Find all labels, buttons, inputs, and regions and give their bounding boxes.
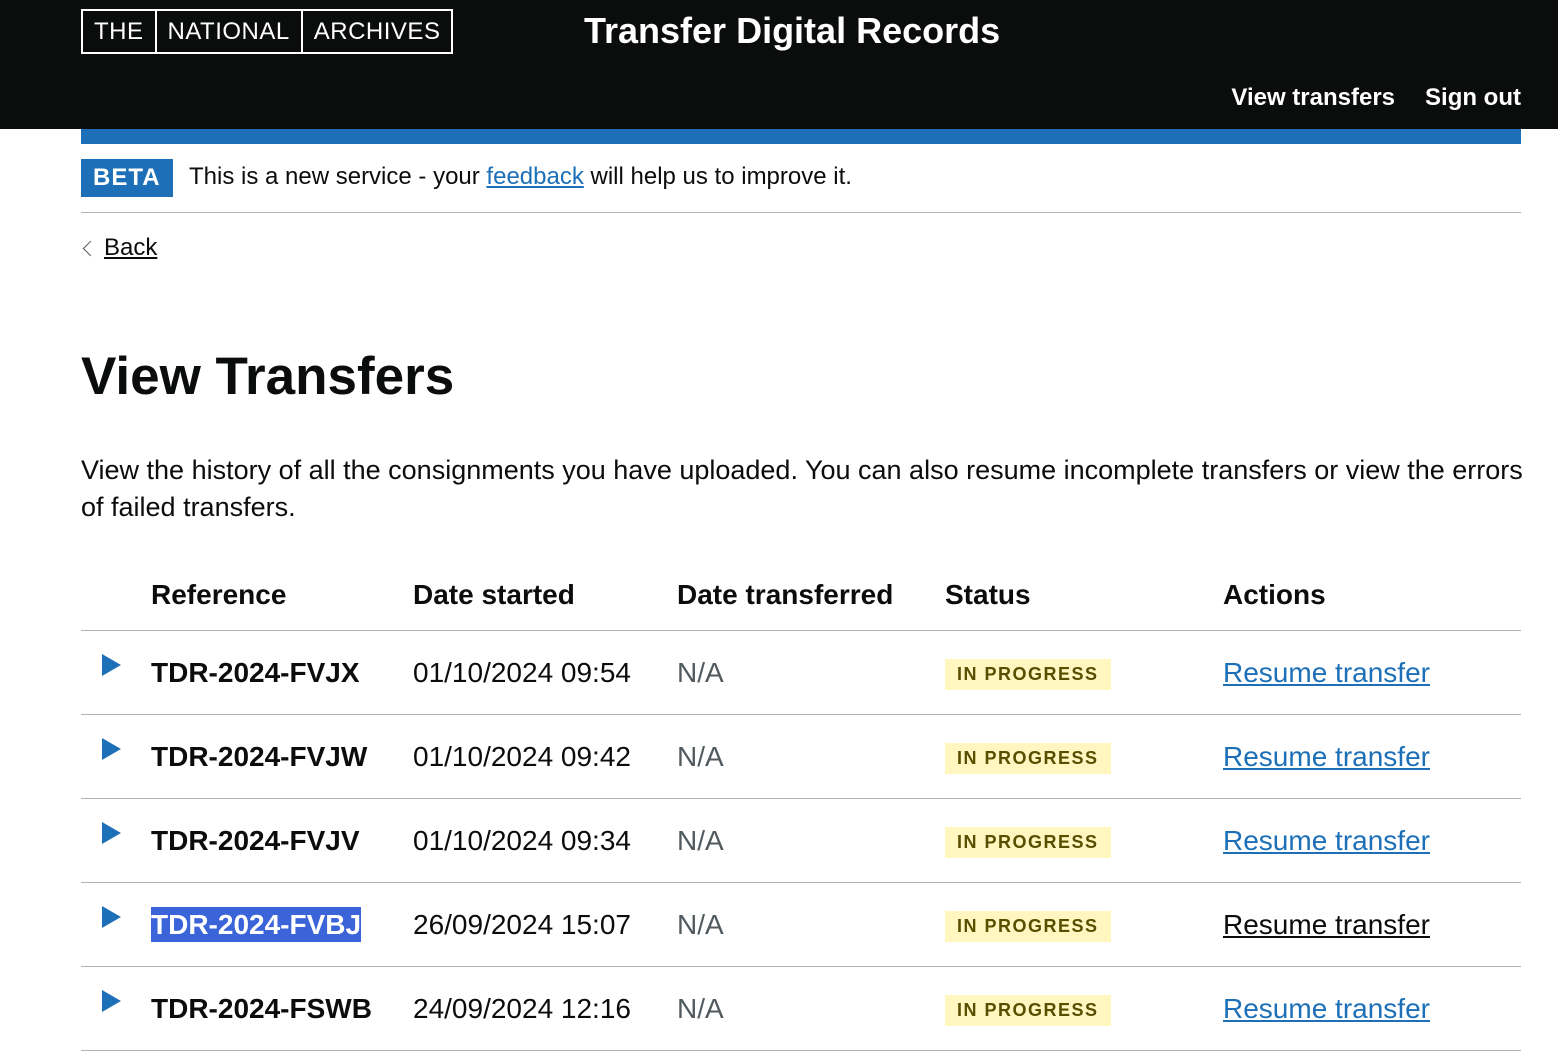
phase-text-after: will help us to improve it. bbox=[583, 163, 852, 190]
expand-arrow-icon[interactable] bbox=[102, 653, 121, 676]
date-transferred-cell: N/A bbox=[677, 798, 945, 883]
action-cell: Resume transfer bbox=[1223, 882, 1521, 967]
phase-text-before: This is a new service - your bbox=[189, 163, 487, 190]
action-cell: Resume transfer bbox=[1223, 714, 1521, 799]
site-header: THE NATIONAL ARCHIVES Transfer Digital R… bbox=[0, 0, 1558, 129]
table-row: TDR-2024-FVJX 01/10/2024 09:54 N/A IN PR… bbox=[81, 630, 1521, 715]
status-badge: IN PROGRESS bbox=[945, 659, 1111, 690]
page-title: View Transfers bbox=[81, 347, 455, 406]
back-link[interactable]: Back bbox=[104, 234, 157, 262]
logo-word-the: THE bbox=[83, 11, 157, 52]
date-started-cell: 01/10/2024 09:54 bbox=[413, 630, 677, 715]
page-intro: View the history of all the consignments… bbox=[81, 455, 1523, 522]
date-transferred-cell: N/A bbox=[677, 966, 945, 1051]
table-row: TDR-2024-FVJV 01/10/2024 09:34 N/A IN PR… bbox=[81, 798, 1521, 883]
action-cell: Resume transfer bbox=[1223, 966, 1521, 1051]
expand-arrow-icon[interactable] bbox=[102, 821, 121, 844]
date-started-cell: 26/09/2024 15:07 bbox=[413, 882, 677, 967]
feedback-link[interactable]: feedback bbox=[486, 163, 583, 190]
reference-text: TDR-2024-FVJX bbox=[151, 656, 360, 688]
beta-tag: BETA bbox=[81, 159, 173, 197]
header-accent-bar bbox=[81, 129, 1521, 144]
reference-cell: TDR-2024-FVJW bbox=[151, 714, 413, 799]
expand-cell[interactable] bbox=[81, 798, 151, 883]
status-badge: IN PROGRESS bbox=[945, 827, 1111, 858]
table-row: TDR-2024-FSWB 24/09/2024 12:16 N/A IN PR… bbox=[81, 966, 1521, 1051]
date-transferred-cell: N/A bbox=[677, 630, 945, 715]
resume-transfer-link[interactable]: Resume transfer bbox=[1223, 825, 1430, 856]
header-status: Status bbox=[945, 560, 1223, 631]
reference-text: TDR-2024-FVJV bbox=[151, 824, 360, 856]
reference-text: TDR-2024-FVJW bbox=[151, 740, 368, 772]
phase-banner-text: This is a new service - your feedback wi… bbox=[189, 163, 852, 191]
expand-cell[interactable] bbox=[81, 966, 151, 1051]
date-started-cell: 24/09/2024 12:16 bbox=[413, 966, 677, 1051]
status-cell: IN PROGRESS bbox=[945, 882, 1223, 967]
resume-transfer-link[interactable]: Resume transfer bbox=[1223, 909, 1430, 940]
table-row: TDR-2024-FVBJ 26/09/2024 15:07 N/A IN PR… bbox=[81, 882, 1521, 967]
logo-word-archives: ARCHIVES bbox=[313, 18, 441, 45]
back-link-container: Back bbox=[81, 234, 157, 262]
date-transferred-cell: N/A bbox=[677, 882, 945, 967]
expand-arrow-icon[interactable] bbox=[102, 905, 121, 928]
date-started-cell: 01/10/2024 09:34 bbox=[413, 798, 677, 883]
nav-view-transfers[interactable]: View transfers bbox=[1231, 84, 1395, 112]
header-date-transferred: Date transferred bbox=[677, 560, 945, 631]
reference-cell: TDR-2024-FVJX bbox=[151, 630, 413, 715]
table-header-row: Reference Date started Date transferred … bbox=[81, 560, 1521, 631]
status-badge: IN PROGRESS bbox=[945, 743, 1111, 774]
header-actions: Actions bbox=[1223, 560, 1521, 631]
status-cell: IN PROGRESS bbox=[945, 714, 1223, 799]
resume-transfer-link[interactable]: Resume transfer bbox=[1223, 993, 1430, 1024]
transfers-table: Reference Date started Date transferred … bbox=[81, 560, 1521, 1051]
national-archives-logo[interactable]: THE NATIONAL ARCHIVES bbox=[81, 9, 454, 54]
action-cell: Resume transfer bbox=[1223, 798, 1521, 883]
header-reference: Reference bbox=[151, 560, 413, 631]
reference-text: TDR-2024-FSWB bbox=[151, 992, 372, 1024]
status-cell: IN PROGRESS bbox=[945, 798, 1223, 883]
expand-arrow-icon[interactable] bbox=[102, 737, 121, 760]
status-cell: IN PROGRESS bbox=[945, 966, 1223, 1051]
table-row: TDR-2024-FVJW 01/10/2024 09:42 N/A IN PR… bbox=[81, 714, 1521, 799]
status-badge: IN PROGRESS bbox=[945, 995, 1111, 1026]
header-date-started: Date started bbox=[413, 560, 677, 631]
expand-cell[interactable] bbox=[81, 714, 151, 799]
chevron-left-icon bbox=[82, 240, 99, 256]
action-cell: Resume transfer bbox=[1223, 630, 1521, 715]
status-cell: IN PROGRESS bbox=[945, 630, 1223, 715]
service-name-link[interactable]: Transfer Digital Records bbox=[584, 10, 1000, 52]
date-transferred-cell: N/A bbox=[677, 714, 945, 799]
header-expand bbox=[81, 560, 151, 631]
expand-cell[interactable] bbox=[81, 882, 151, 967]
expand-cell[interactable] bbox=[81, 630, 151, 715]
reference-cell: TDR-2024-FVBJ bbox=[151, 882, 413, 967]
nav-sign-out[interactable]: Sign out bbox=[1425, 84, 1521, 112]
expand-arrow-icon[interactable] bbox=[102, 989, 121, 1012]
reference-cell: TDR-2024-FSWB bbox=[151, 966, 413, 1051]
resume-transfer-link[interactable]: Resume transfer bbox=[1223, 741, 1430, 772]
reference-text-selected: TDR-2024-FVBJ bbox=[151, 906, 362, 942]
status-badge: IN PROGRESS bbox=[945, 911, 1111, 942]
date-started-cell: 01/10/2024 09:42 bbox=[413, 714, 677, 799]
phase-banner: BETA This is a new service - your feedba… bbox=[81, 159, 1521, 213]
logo-word-national: NATIONAL bbox=[157, 11, 303, 52]
resume-transfer-link[interactable]: Resume transfer bbox=[1223, 657, 1430, 688]
reference-cell: TDR-2024-FVJV bbox=[151, 798, 413, 883]
header-nav: View transfers Sign out bbox=[1231, 84, 1521, 112]
